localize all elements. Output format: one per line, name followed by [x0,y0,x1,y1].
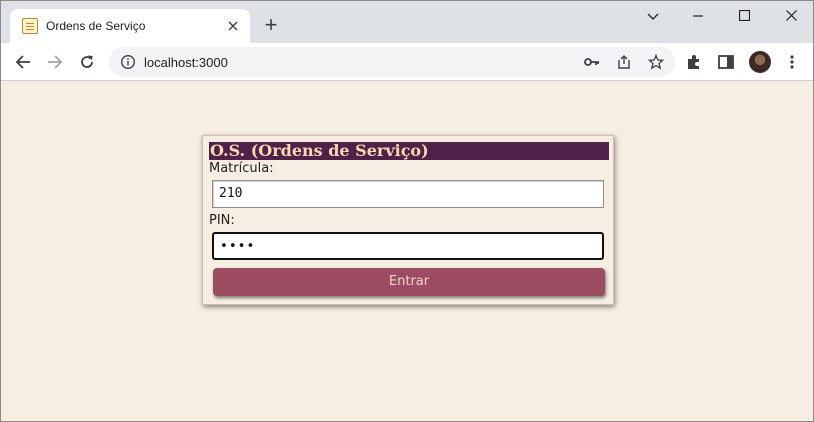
matricula-input[interactable]: 210 [212,180,604,208]
new-tab-button[interactable]: + [260,14,282,37]
matricula-label: Matrícula: [209,161,274,176]
extensions-icon[interactable] [685,53,703,71]
url-text: localhost:3000 [144,55,228,70]
address-bar[interactable]: localhost:3000 [109,47,675,77]
tab-title: Ordens de Serviço [46,19,146,33]
back-icon[interactable] [11,50,35,74]
profile-avatar[interactable] [749,51,771,73]
favicon-icon [22,18,38,34]
browser-toolbar: localhost:3000 [1,43,813,81]
maximize-icon[interactable] [729,5,759,27]
tab-ordens-de-servico[interactable]: Ordens de Serviço [10,9,250,43]
star-icon[interactable] [647,53,665,71]
share-icon[interactable] [615,53,633,71]
minimize-icon[interactable] [683,5,713,27]
key-icon[interactable] [583,53,601,71]
entrar-button[interactable]: Entrar [213,268,605,296]
tab-strip: Ordens de Serviço + [1,1,813,43]
kebab-menu-icon[interactable] [783,53,801,71]
forward-icon[interactable] [43,50,67,74]
login-form: O.S. (Ordens de Serviço) Matrícula: 210 … [202,135,614,305]
side-panel-icon[interactable] [717,53,735,71]
close-window-icon[interactable] [776,5,806,27]
pin-input[interactable]: •••• [212,232,604,260]
info-icon[interactable] [120,54,136,70]
reload-icon[interactable] [75,50,99,74]
browser-window: Ordens de Serviço + localhost:3000 O.S. … [0,0,814,422]
chevron-down-icon[interactable] [638,5,668,27]
pin-label: PIN: [209,213,235,228]
form-title: O.S. (Ordens de Serviço) [209,142,609,160]
close-icon[interactable] [224,17,242,35]
